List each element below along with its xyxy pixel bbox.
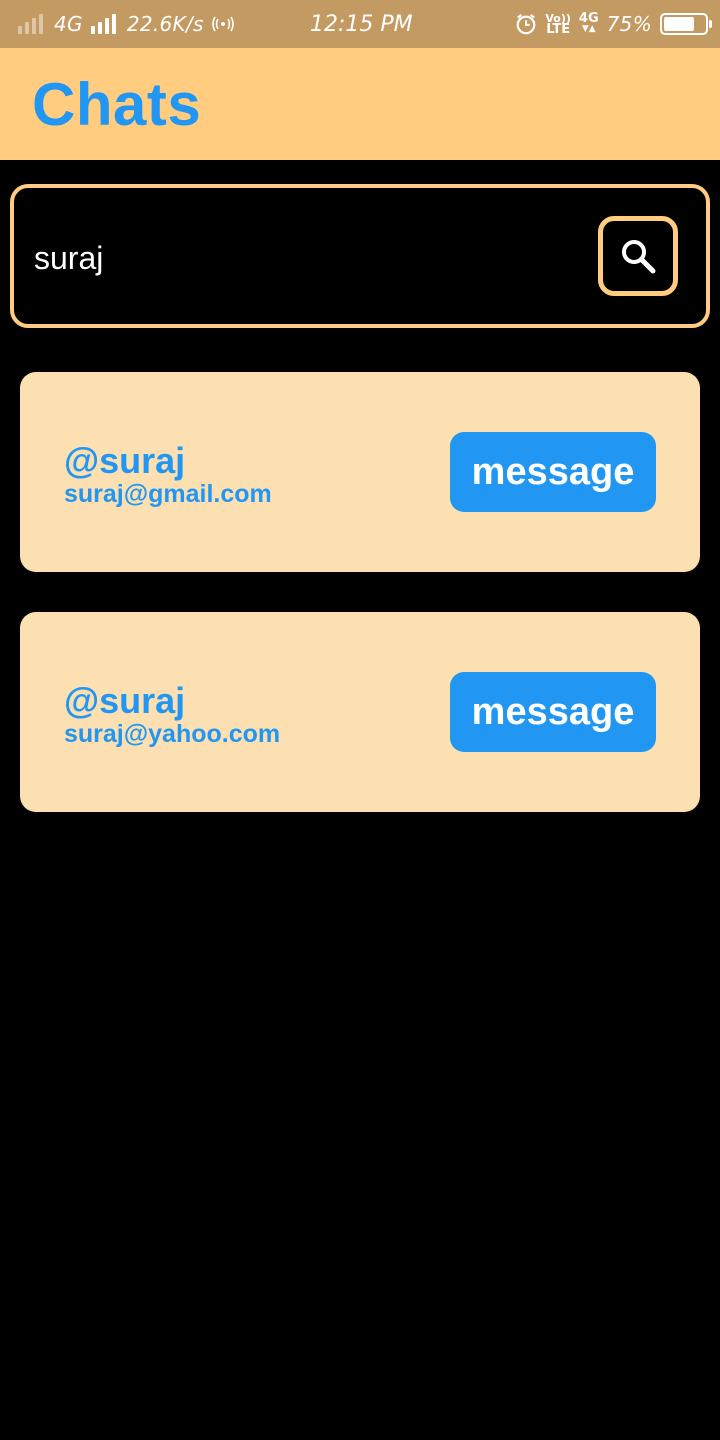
data-arrows-icon: ▼▲ bbox=[581, 24, 596, 34]
search-input[interactable] bbox=[34, 228, 574, 288]
battery-icon bbox=[660, 13, 712, 35]
message-button[interactable]: message bbox=[450, 672, 656, 752]
page-title: Chats bbox=[32, 71, 202, 138]
network-type: 4G bbox=[54, 12, 83, 36]
network2-indicator: 4G ▼▲ bbox=[578, 11, 599, 35]
volte-bottom-label: LTE bbox=[546, 22, 571, 37]
status-left: 4G 22.6K/s bbox=[18, 0, 234, 48]
status-center: 12:15 PM bbox=[310, 0, 413, 48]
clock: 12:15 PM bbox=[310, 11, 413, 37]
result-email: suraj@gmail.com bbox=[64, 480, 272, 508]
data-speed: 22.6K/s bbox=[126, 12, 204, 36]
battery-fill bbox=[664, 17, 694, 31]
search-icon bbox=[622, 240, 656, 274]
alarm-icon bbox=[517, 14, 536, 35]
signal-sim2-icon bbox=[90, 14, 119, 34]
status-bar: 4G 22.6K/s 12:15 PM Vo)) LTE 4G ▼▲ 75% bbox=[0, 0, 720, 48]
volte-indicator: Vo)) LTE bbox=[545, 13, 571, 37]
search-button[interactable] bbox=[598, 216, 678, 296]
result-email: suraj@yahoo.com bbox=[64, 720, 281, 748]
hotspot-icon bbox=[211, 16, 234, 32]
signal-sim1-icon bbox=[18, 14, 46, 34]
user-result-card: @suraj suraj@gmail.com message bbox=[20, 372, 700, 572]
status-right: Vo)) LTE 4G ▼▲ 75% bbox=[515, 0, 712, 48]
network2-label: 4G bbox=[578, 11, 599, 26]
search-box bbox=[10, 184, 710, 328]
message-button[interactable]: message bbox=[450, 432, 656, 512]
battery-percent: 75% bbox=[606, 12, 652, 36]
app-bar: Chats bbox=[0, 48, 720, 160]
user-result-card: @suraj suraj@yahoo.com message bbox=[20, 612, 700, 812]
result-username: @suraj bbox=[64, 440, 186, 481]
result-username: @suraj bbox=[64, 680, 186, 721]
